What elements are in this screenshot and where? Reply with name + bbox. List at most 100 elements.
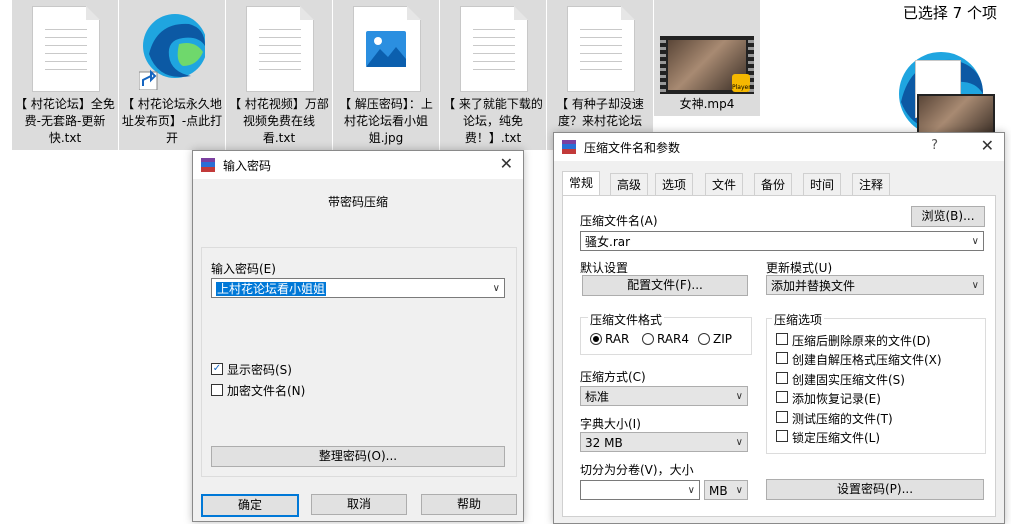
file-tile[interactable]: 【 村花视频】万部视频免费在线看.txt [226,0,332,150]
dictionary-value: 32 MB [585,436,623,450]
image-file-icon [353,6,421,92]
format-rar-label: RAR [605,332,630,346]
recovery-record-checkbox[interactable] [776,391,788,403]
format-zip-label: ZIP [713,332,732,346]
lock-archive-checkbox[interactable] [776,430,788,442]
close-icon[interactable]: ✕ [981,136,994,155]
sfx-checkbox[interactable] [776,352,788,364]
dialog-title: 输入密码 [223,159,272,173]
tab-time[interactable]: 时间 [803,173,842,196]
tab-options[interactable]: 选项 [655,173,694,196]
format-rar-radio[interactable] [590,333,602,345]
test-archive-checkbox[interactable] [776,411,788,423]
tab-strip: 常规 高级 选项 文件 备份 时间 注释 [562,171,962,197]
split-unit-value: MB [709,484,728,498]
title-bar: 输入密码 ✕ [193,151,523,179]
winrar-icon [562,140,576,154]
file-tile[interactable]: 【 村花论坛】全免费-无套路-更新快.txt [12,0,118,150]
file-name: 【 解压密码】：上村花论坛看小姐姐.jpg [339,97,433,145]
update-mode-label: 更新模式(U) [766,261,833,275]
chevron-down-icon[interactable]: ∨ [972,276,979,296]
method-value: 标准 [585,390,610,404]
winrar-icon [201,158,215,172]
format-rar4-label: RAR4 [657,332,690,346]
file-tile[interactable]: Player 女神.mp4 [654,0,760,116]
password-dialog: 输入密码 ✕ 带密码压缩 输入密码(E) 上村花论坛看小姐姐 ∨ ✓ 显示密码(… [192,150,524,522]
dictionary-label: 字典大小(I) [580,417,641,431]
text-file-icon [246,6,314,92]
dialog-title: 压缩文件名和参数 [584,141,681,155]
option-label: 创建固实压缩文件(S) [792,373,905,387]
format-zip-radio[interactable] [698,333,710,345]
chevron-down-icon[interactable]: ∨ [736,481,743,501]
format-label: 压缩文件格式 [588,311,665,328]
help-icon[interactable]: ? [931,138,938,153]
file-name: 【 来了就能下载的论坛，纯免费！】.txt [443,97,543,145]
file-tile[interactable]: 【 村花论坛永久地址发布页】-点此打开 [119,0,225,150]
split-size-field[interactable]: ∨ [580,480,700,500]
organize-passwords-button[interactable]: 整理密码(O)... [211,446,505,467]
password-field[interactable]: 上村花论坛看小姐姐 ∨ [211,278,505,298]
encrypt-filenames-checkbox[interactable] [211,384,223,396]
chevron-down-icon[interactable]: ∨ [493,279,500,299]
method-select[interactable]: 标准 ∨ [580,386,748,406]
option-label: 创建自解压格式压缩文件(X) [792,353,942,367]
set-password-button[interactable]: 设置密码(P)... [766,479,984,500]
option-label: 测试压缩的文件(T) [792,412,893,426]
password-label: 输入密码(E) [211,262,276,276]
encrypt-filenames-label: 加密文件名(N) [227,384,306,398]
edge-icon [139,14,205,90]
text-file-icon [567,6,635,92]
show-password-checkbox[interactable]: ✓ [211,363,223,375]
delete-after-checkbox[interactable] [776,333,788,345]
profiles-button[interactable]: 配置文件(F)... [582,275,748,296]
preview-pane [895,48,995,138]
tab-comment[interactable]: 注释 [852,173,891,196]
text-file-icon [460,6,528,92]
title-bar: 压缩文件名和参数 ? ✕ [554,133,1004,161]
option-label: 添加恢复记录(E) [792,392,881,406]
archive-name-value: 骚女.rar [585,235,631,249]
archive-name-label: 压缩文件名(A) [580,214,658,228]
update-mode-select[interactable]: 添加并替换文件 ∨ [766,275,984,295]
option-label: 压缩后删除原来的文件(D) [792,334,931,348]
file-name: 【 村花视频】万部视频免费在线看.txt [229,97,329,145]
format-rar4-radio[interactable] [642,333,654,345]
close-icon[interactable]: ✕ [500,154,513,173]
dictionary-select[interactable]: 32 MB ∨ [580,432,748,452]
chevron-down-icon[interactable]: ∨ [736,387,743,407]
text-file-icon [32,6,100,92]
file-tile[interactable]: 【 有种子却没速度？来村花论坛 [547,0,653,150]
file-tile[interactable]: 【 解压密码】：上村花论坛看小姐姐.jpg [333,0,439,150]
file-tile[interactable]: 【 来了就能下载的论坛，纯免费！】.txt [440,0,546,150]
tab-general[interactable]: 常规 [562,171,601,196]
tab-backup[interactable]: 备份 [754,173,793,196]
password-value: 上村花论坛看小姐姐 [216,282,327,296]
tab-advanced[interactable]: 高级 [610,173,649,196]
show-password-label: 显示密码(S) [227,363,292,377]
browse-button[interactable]: 浏览(B)... [911,206,985,227]
file-name: 【 有种子却没速度？来村花论坛 [556,97,644,128]
method-label: 压缩方式(C) [580,370,646,384]
dialog-heading: 带密码压缩 [327,195,388,209]
option-label: 锁定压缩文件(L) [792,431,881,445]
archive-name-field[interactable]: 骚女.rar ∨ [580,231,984,251]
chevron-down-icon[interactable]: ∨ [972,232,979,252]
player-badge-icon: Player [732,74,751,92]
default-settings-label: 默认设置 [580,261,629,275]
split-unit-select[interactable]: MB ∨ [704,480,748,500]
selection-count: 已选择 7 个项 [902,4,997,22]
tab-files[interactable]: 文件 [705,173,744,196]
archive-dialog: 压缩文件名和参数 ? ✕ 常规 高级 选项 文件 备份 时间 注释 压缩文件名(… [553,132,1005,524]
file-name: 【 村花论坛永久地址发布页】-点此打开 [121,97,223,145]
file-name: 女神.mp4 [679,97,735,111]
chevron-down-icon[interactable]: ∨ [736,433,743,453]
video-thumbnail: Player [660,36,754,94]
split-label: 切分为分卷(V)，大小 [580,463,694,477]
update-mode-value: 添加并替换文件 [771,279,856,293]
file-name: 【 村花论坛】全免费-无套路-更新快.txt [15,97,115,145]
solid-checkbox[interactable] [776,372,788,384]
options-label: 压缩选项 [772,311,825,328]
chevron-down-icon[interactable]: ∨ [688,481,695,501]
ok-button[interactable]: 确定 [201,494,299,517]
